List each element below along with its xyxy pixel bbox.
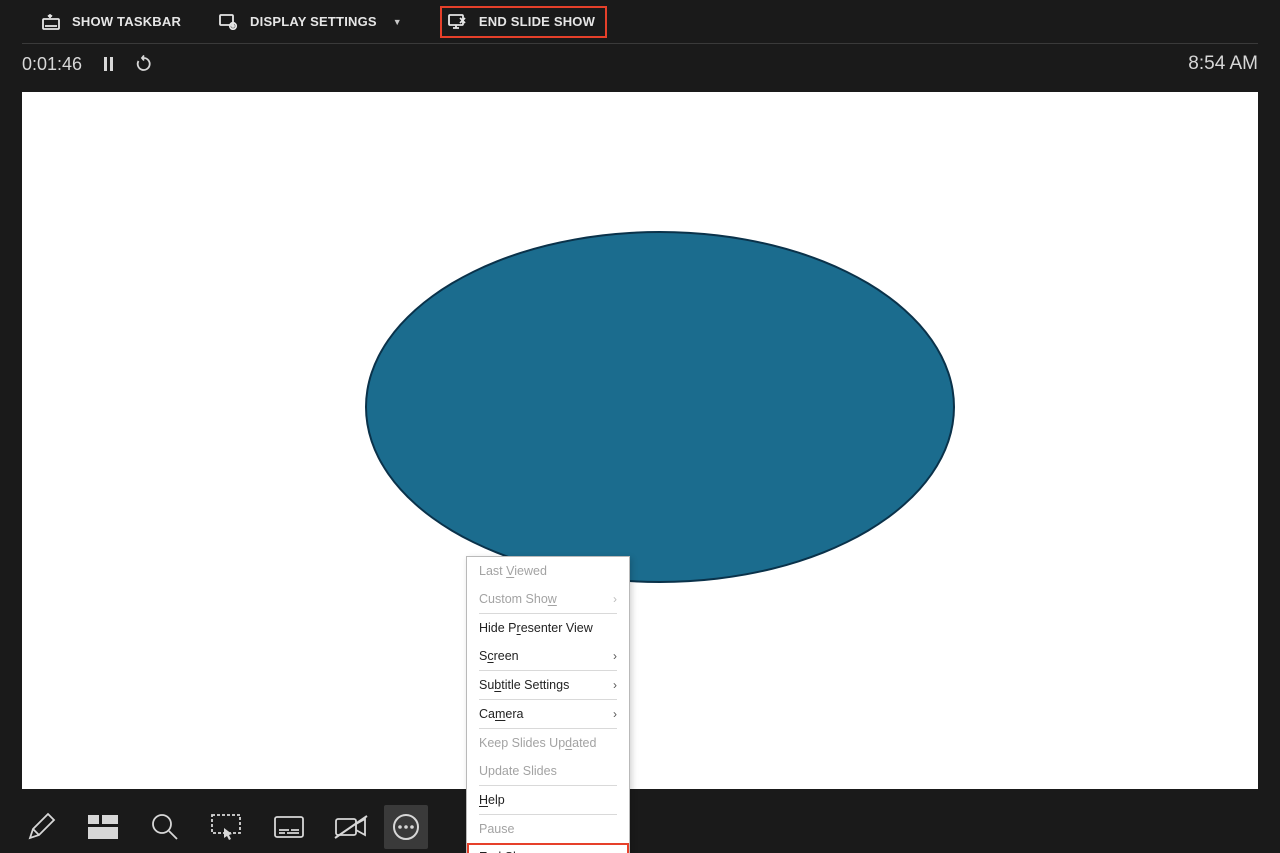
- presentation-timer: 0:01:46: [22, 54, 82, 75]
- more-icon: [391, 812, 421, 842]
- bottom-toolbar: [0, 801, 1280, 853]
- magnifier-icon: [150, 812, 180, 842]
- menu-screen[interactable]: Screen ›: [467, 642, 629, 670]
- toggle-subtitles-button[interactable]: [260, 805, 318, 849]
- context-menu: Last Viewed Custom Show › Hide Presenter…: [466, 556, 630, 853]
- pen-tool-button[interactable]: [12, 805, 70, 849]
- slides-grid-icon: [86, 813, 120, 841]
- top-toolbar: SHOW TASKBAR DISPLAY SETTINGS END SLIDE …: [22, 0, 1258, 44]
- chevron-right-icon: ›: [613, 678, 617, 692]
- menu-last-viewed: Last Viewed: [467, 557, 629, 585]
- camera-off-button[interactable]: [322, 805, 380, 849]
- pause-button[interactable]: [104, 57, 113, 71]
- menu-help[interactable]: Help: [467, 786, 629, 814]
- status-row: 0:01:46 8:54 AM: [0, 44, 1280, 84]
- more-options-button[interactable]: [384, 805, 428, 849]
- display-settings-button[interactable]: DISPLAY SETTINGS: [219, 14, 402, 30]
- camera-off-icon: [334, 814, 368, 840]
- taskbar-icon: [42, 14, 60, 30]
- end-slide-show-button[interactable]: END SLIDE SHOW: [440, 6, 607, 38]
- show-taskbar-label: SHOW TASKBAR: [72, 14, 181, 29]
- pen-icon: [26, 812, 56, 842]
- current-slide[interactable]: Last Viewed Custom Show › Hide Presenter…: [22, 92, 1258, 789]
- display-settings-icon: [219, 14, 238, 30]
- presenter-view-app: SHOW TASKBAR DISPLAY SETTINGS END SLIDE …: [0, 0, 1280, 853]
- status-left: 0:01:46: [22, 54, 153, 75]
- menu-camera[interactable]: Camera ›: [467, 700, 629, 728]
- menu-hide-presenter-view[interactable]: Hide Presenter View: [467, 614, 629, 642]
- black-screen-button[interactable]: [198, 805, 256, 849]
- menu-update-slides: Update Slides: [467, 757, 629, 785]
- show-taskbar-button[interactable]: SHOW TASKBAR: [42, 14, 181, 30]
- clock: 8:54 AM: [1188, 53, 1258, 75]
- end-slide-show-label: END SLIDE SHOW: [479, 14, 595, 29]
- menu-end-show[interactable]: End Show: [467, 843, 629, 853]
- monitor-cursor-icon: [210, 813, 244, 841]
- end-slideshow-icon: [448, 14, 467, 30]
- slide-area: Last Viewed Custom Show › Hide Presenter…: [0, 84, 1280, 801]
- menu-subtitle-settings[interactable]: Subtitle Settings ›: [467, 671, 629, 699]
- chevron-right-icon: ›: [613, 649, 617, 663]
- display-settings-label: DISPLAY SETTINGS: [250, 14, 377, 29]
- menu-pause: Pause: [467, 815, 629, 843]
- menu-keep-slides-updated: Keep Slides Updated: [467, 729, 629, 757]
- chevron-right-icon: ›: [613, 592, 617, 606]
- menu-custom-show: Custom Show ›: [467, 585, 629, 613]
- restart-button[interactable]: [135, 55, 153, 73]
- zoom-button[interactable]: [136, 805, 194, 849]
- subtitles-icon: [273, 815, 305, 839]
- chevron-right-icon: ›: [613, 707, 617, 721]
- slide-ellipse-shape: [365, 231, 955, 583]
- see-all-slides-button[interactable]: [74, 805, 132, 849]
